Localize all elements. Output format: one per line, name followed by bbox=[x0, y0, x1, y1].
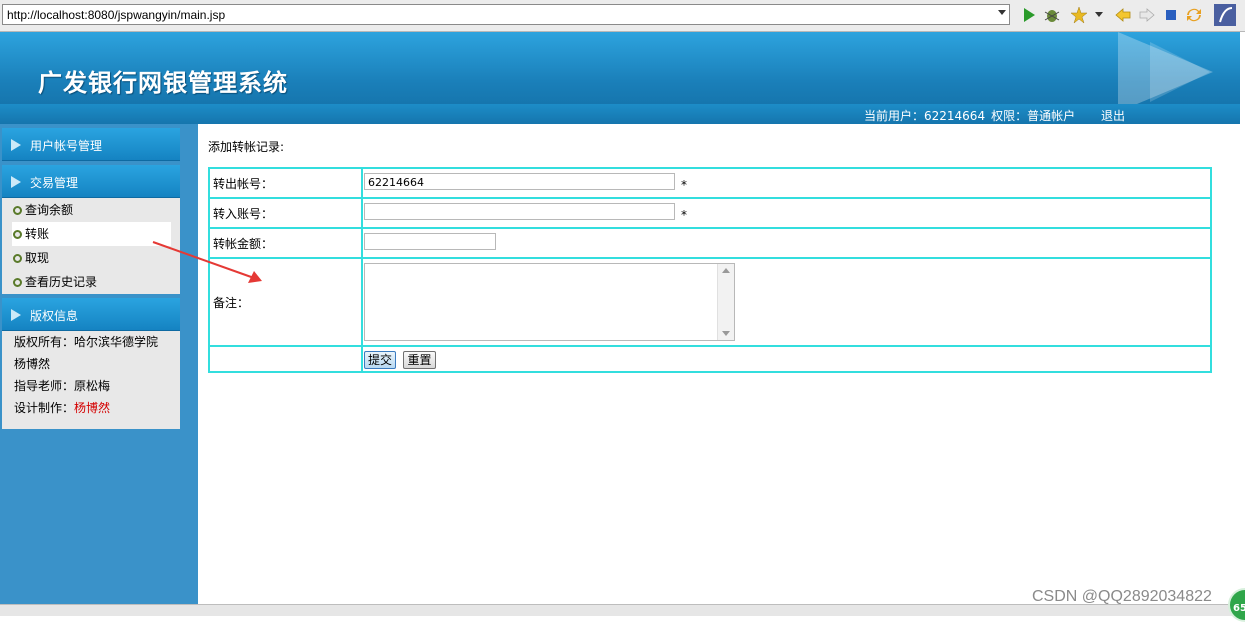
refresh-icon[interactable] bbox=[1185, 6, 1203, 24]
user-info-bar: 当前用户：62214664 权限：普通帐户 退出 bbox=[0, 104, 1240, 124]
empty-label-cell bbox=[209, 346, 362, 372]
sidebar-item-balance[interactable]: 查询余额 bbox=[2, 198, 180, 222]
badge-number: 65 bbox=[1233, 603, 1245, 614]
main-content: 添加转帐记录: 转出帐号： 转入账号： 转帐金额： 备注： 62214664 *… bbox=[198, 124, 1240, 604]
copyright-owner: 版权所有：哈尔滨华德学院 bbox=[14, 335, 159, 349]
copyright-designer: 设计制作：杨博然 bbox=[2, 397, 180, 419]
url-text: http://localhost:8080/jspwangyin/main.js… bbox=[7, 8, 226, 22]
sidebar-item-label: 转账 bbox=[25, 227, 50, 241]
eclipse-logo-icon bbox=[1214, 4, 1236, 26]
chevron-down-icon[interactable] bbox=[1095, 12, 1103, 17]
form-title: 添加转帐记录: bbox=[208, 140, 285, 154]
from-account-label: 转出帐号： bbox=[209, 168, 362, 198]
sidebar-menu-label: 版权信息 bbox=[30, 309, 79, 323]
banner-arrow-decoration bbox=[1150, 42, 1210, 102]
user-info: 当前用户：62214664 权限：普通帐户 bbox=[864, 107, 1081, 124]
designer-name: 杨博然 bbox=[74, 401, 111, 415]
buttons-cell bbox=[362, 346, 1211, 372]
browser-toolbar: http://localhost:8080/jspwangyin/main.js… bbox=[0, 0, 1245, 32]
current-user-label: 当前用户：62214664 bbox=[864, 109, 986, 123]
textarea-scrollbar[interactable] bbox=[717, 264, 734, 340]
sidebar-menu-account[interactable]: 用户帐号管理 bbox=[2, 128, 180, 161]
sidebar-item-label: 查询余额 bbox=[25, 203, 74, 217]
watermark: CSDN @QQ2892034822 bbox=[1032, 588, 1212, 605]
submit-button[interactable]: 提交 bbox=[364, 351, 396, 369]
sidebar-menu-transaction[interactable]: 交易管理 bbox=[2, 165, 180, 198]
triangle-right-icon bbox=[11, 139, 21, 151]
logout-link[interactable]: 退出 bbox=[1101, 107, 1125, 124]
app-title: 广发银行网银管理系统 bbox=[38, 68, 288, 97]
sidebar-menu-label: 交易管理 bbox=[30, 176, 79, 190]
designer-label: 设计制作： bbox=[14, 401, 75, 415]
scroll-up-icon[interactable] bbox=[722, 268, 730, 273]
sidebar: 用户帐号管理 交易管理 查询余额 转账 取现 查看历史记录 版权信息 版权所有：… bbox=[0, 124, 198, 604]
from-account-input[interactable]: 62214664 bbox=[364, 173, 675, 190]
copyright-name: 杨博然 bbox=[14, 357, 51, 371]
copyright-info: 版权所有：哈尔滨华德学院 杨博然 指导老师：原松梅 设计制作：杨博然 bbox=[2, 331, 180, 429]
amount-input[interactable] bbox=[364, 233, 496, 250]
stop-icon[interactable] bbox=[1162, 6, 1180, 24]
bullet-icon bbox=[13, 230, 22, 239]
permission-label: 权限：普通帐户 bbox=[991, 109, 1076, 123]
star-icon[interactable] bbox=[1070, 6, 1088, 24]
sidebar-menu-label: 用户帐号管理 bbox=[30, 139, 103, 153]
sidebar-item-label: 查看历史记录 bbox=[25, 275, 98, 289]
scroll-down-icon[interactable] bbox=[722, 331, 730, 336]
required-mark: * bbox=[681, 178, 687, 192]
bullet-icon bbox=[13, 206, 22, 215]
back-arrow-icon[interactable] bbox=[1114, 6, 1132, 24]
chevron-down-icon[interactable] bbox=[998, 10, 1006, 15]
play-icon[interactable] bbox=[1020, 6, 1038, 24]
bullet-icon bbox=[13, 254, 22, 263]
sidebar-item-transfer[interactable]: 转账 bbox=[12, 222, 171, 246]
reset-button[interactable]: 重置 bbox=[403, 351, 436, 369]
bullet-icon bbox=[13, 278, 22, 287]
triangle-right-icon bbox=[11, 309, 21, 321]
debug-bug-icon[interactable] bbox=[1043, 6, 1061, 24]
address-bar[interactable]: http://localhost:8080/jspwangyin/main.js… bbox=[2, 4, 1010, 25]
to-account-input[interactable] bbox=[364, 203, 675, 220]
remark-textarea[interactable] bbox=[364, 263, 735, 341]
forward-arrow-icon[interactable] bbox=[1138, 6, 1156, 24]
to-account-label: 转入账号： bbox=[209, 198, 362, 228]
required-mark: * bbox=[681, 208, 687, 222]
header-banner: 广发银行网银管理系统 bbox=[0, 32, 1240, 104]
sidebar-item-label: 取现 bbox=[25, 251, 50, 265]
annotation-arrow-icon bbox=[152, 241, 262, 283]
sidebar-menu-copyright[interactable]: 版权信息 bbox=[2, 298, 180, 331]
triangle-right-icon bbox=[11, 176, 21, 188]
copyright-teacher: 指导老师：原松梅 bbox=[14, 379, 111, 393]
